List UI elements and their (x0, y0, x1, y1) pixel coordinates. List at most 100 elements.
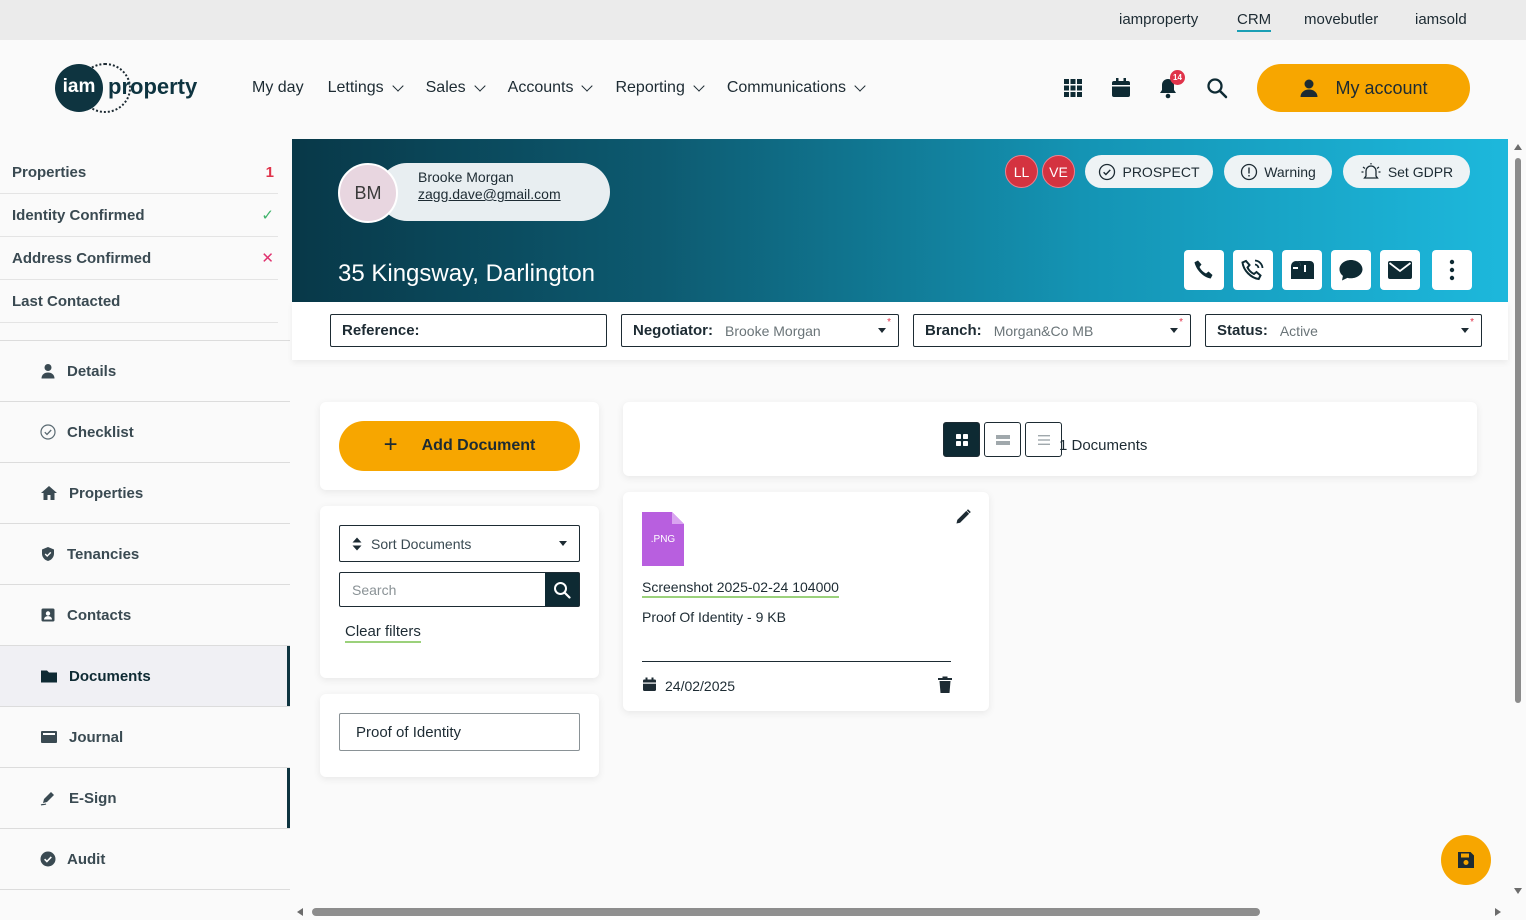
nav-label: Communications (726, 79, 846, 96)
search-button[interactable] (545, 573, 579, 606)
scroll-right-arrow-icon[interactable] (1495, 908, 1501, 916)
call-button[interactable] (1184, 250, 1224, 290)
save-button[interactable] (1441, 835, 1491, 885)
chevron-down-icon (391, 80, 404, 92)
nav-my-day[interactable]: My day (252, 79, 304, 97)
branch-select[interactable]: Branch: Morgan&Co MB * (913, 314, 1191, 347)
stat-value: 1 (265, 164, 274, 181)
stat-label: Last Contacted (12, 293, 121, 310)
user-badge-ve[interactable]: VE (1042, 155, 1075, 188)
email-button[interactable] (1380, 250, 1420, 290)
menu-divider (0, 889, 290, 890)
calendar-icon[interactable] (1110, 77, 1132, 99)
status-select[interactable]: Status: Active * (1205, 314, 1482, 347)
main-header: iam property My day Lettings Sales Accou… (0, 40, 1526, 136)
menu-item-documents[interactable]: Documents (0, 645, 290, 706)
horizontal-scrollbar[interactable] (292, 904, 1510, 920)
link-iamsold[interactable]: iamsold (1415, 11, 1467, 28)
scroll-down-arrow-icon[interactable] (1514, 888, 1522, 894)
documents-toolbar: 1 Documents (623, 402, 1477, 476)
required-marker: * (887, 317, 891, 328)
vertical-scroll-thumb[interactable] (1515, 158, 1521, 703)
menu-item-audit[interactable]: Audit (0, 828, 290, 889)
user-badge-ll[interactable]: LL (1005, 155, 1038, 188)
search-icon[interactable] (1206, 77, 1228, 99)
document-search (339, 572, 580, 607)
category-filter-proof-of-identity[interactable]: Proof of Identity (339, 713, 580, 751)
clear-filters-link[interactable]: Clear filters (345, 623, 421, 643)
section-menu: Details Checklist Properties Tenancies C… (0, 340, 290, 890)
document-card[interactable]: .PNG Screenshot 2025-02-24 104000 Proof … (623, 492, 989, 711)
prospect-tag-button[interactable]: PROSPECT (1085, 155, 1213, 188)
gdpr-label: Set GDPR (1387, 163, 1454, 180)
contact-summary: BM Brooke Morgan zagg.dave@gmail.com (338, 163, 610, 223)
user-icon (1300, 79, 1318, 97)
nav-accounts[interactable]: Accounts (507, 79, 594, 97)
voip-call-button[interactable] (1233, 250, 1273, 290)
shield-icon (42, 547, 54, 561)
caret-down-icon (878, 328, 886, 333)
menu-item-contacts[interactable]: Contacts (0, 584, 290, 645)
card-list-view-button[interactable] (984, 422, 1021, 457)
list-view-button[interactable] (1025, 422, 1062, 457)
warning-button[interactable]: Warning (1224, 155, 1332, 188)
add-document-card: + Add Document (320, 402, 599, 490)
left-sidebar: Properties 1 Identity Confirmed ✓ Addres… (0, 136, 290, 920)
scroll-left-arrow-icon[interactable] (297, 908, 303, 916)
apps-grid-icon[interactable] (1062, 77, 1084, 99)
grid-view-button[interactable] (943, 422, 980, 457)
document-date: 24/02/2025 (665, 678, 736, 694)
nav-reporting[interactable]: Reporting (615, 79, 705, 97)
nav-lettings[interactable]: Lettings (327, 79, 404, 97)
contact-email-link[interactable]: zagg.dave@gmail.com (418, 186, 561, 202)
stat-identity-confirmed: Identity Confirmed ✓ (0, 194, 278, 237)
plus-icon: + (383, 431, 398, 458)
nav-label: Lettings (327, 79, 384, 96)
set-gdpr-button[interactable]: Set GDPR (1343, 155, 1470, 188)
vertical-scrollbar[interactable] (1510, 140, 1526, 900)
menu-item-checklist[interactable]: Checklist (0, 401, 290, 462)
menu-item-esign[interactable]: E-Sign (0, 767, 290, 828)
chat-bubble-icon (1339, 260, 1363, 281)
menu-item-details[interactable]: Details (0, 340, 290, 401)
avatar: BM (338, 163, 398, 223)
negotiator-select[interactable]: Negotiator: Brooke Morgan * (621, 314, 899, 347)
main-nav: My day Lettings Sales Accounts Reporting… (252, 79, 888, 97)
sort-documents-select[interactable]: Sort Documents (339, 525, 580, 562)
contact-banner: BM Brooke Morgan zagg.dave@gmail.com 35 … (292, 139, 1508, 302)
add-document-button[interactable]: + Add Document (339, 421, 580, 471)
nav-label: My day (252, 79, 304, 96)
edit-pencil-icon[interactable] (954, 508, 972, 526)
link-movebutler[interactable]: movebutler (1304, 11, 1378, 28)
more-options-button[interactable] (1432, 250, 1472, 290)
nav-communications[interactable]: Communications (726, 79, 866, 97)
sms-button[interactable] (1331, 250, 1371, 290)
letter-button[interactable] (1282, 250, 1322, 290)
reference-label: Reference: (342, 322, 420, 339)
link-crm[interactable]: CRM (1237, 11, 1272, 32)
menu-item-tenancies[interactable]: Tenancies (0, 523, 290, 584)
nav-label: Sales (425, 79, 466, 96)
horizontal-scroll-thumb[interactable] (312, 908, 1260, 916)
home-icon (41, 486, 57, 500)
search-input[interactable] (340, 573, 545, 606)
nav-label: Accounts (507, 79, 574, 96)
menu-label: E-Sign (69, 789, 117, 807)
check-badge-icon (40, 851, 56, 867)
cross-icon: ✕ (261, 250, 274, 267)
reference-field[interactable]: Reference: (330, 314, 607, 347)
stat-properties: Properties 1 (0, 151, 278, 194)
scroll-up-arrow-icon[interactable] (1514, 144, 1522, 150)
person-icon (41, 364, 55, 379)
save-floppy-icon (1458, 852, 1474, 868)
menu-item-properties[interactable]: Properties (0, 462, 290, 523)
nav-sales[interactable]: Sales (425, 79, 486, 97)
trash-icon[interactable] (937, 676, 953, 694)
png-file-icon: .PNG (642, 512, 684, 566)
document-name-link[interactable]: Screenshot 2025-02-24 104000 (642, 579, 839, 598)
my-account-button[interactable]: My account (1257, 64, 1470, 112)
link-iamproperty[interactable]: iamproperty (1119, 11, 1198, 28)
chevron-down-icon (473, 80, 486, 92)
check-circle-icon (1099, 163, 1116, 180)
menu-item-journal[interactable]: Journal (0, 706, 290, 767)
